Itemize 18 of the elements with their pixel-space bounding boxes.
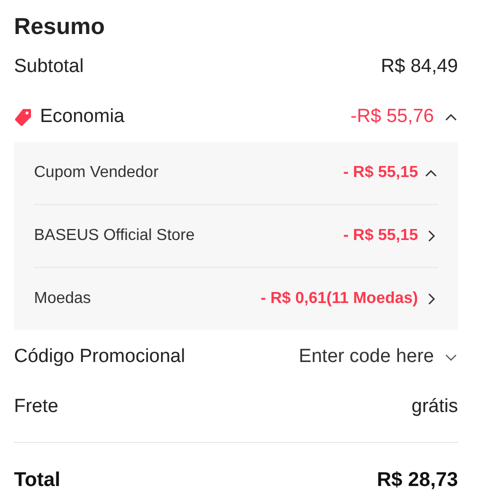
total-value: R$ 28,73 <box>376 468 458 492</box>
savings-label: Economia <box>40 106 126 128</box>
shipping-label: Frete <box>14 396 58 418</box>
promo-code-label: Código Promocional <box>14 346 186 368</box>
discount-value: - R$ 55,15 <box>343 227 418 245</box>
summary-title: Resumo <box>14 12 106 41</box>
promo-code-field[interactable]: Enter code here <box>274 346 434 368</box>
discount-label: Moedas <box>34 290 92 308</box>
discount-value: - R$ 55,15 <box>343 164 418 182</box>
shipping-value: grátis <box>412 396 458 418</box>
subtotal-label: Subtotal <box>14 56 84 78</box>
savings-value: -R$ 55,76 <box>350 106 434 128</box>
subtotal-value: R$ 84,49 <box>380 56 458 78</box>
discount-label: Cupom Vendedor <box>34 164 160 182</box>
tag-icon <box>14 108 32 126</box>
discount-value: - R$ 0,61(11 Moedas) <box>260 290 418 308</box>
discount-label: BASEUS Official Store <box>34 227 196 245</box>
total-label: Total <box>14 468 60 492</box>
